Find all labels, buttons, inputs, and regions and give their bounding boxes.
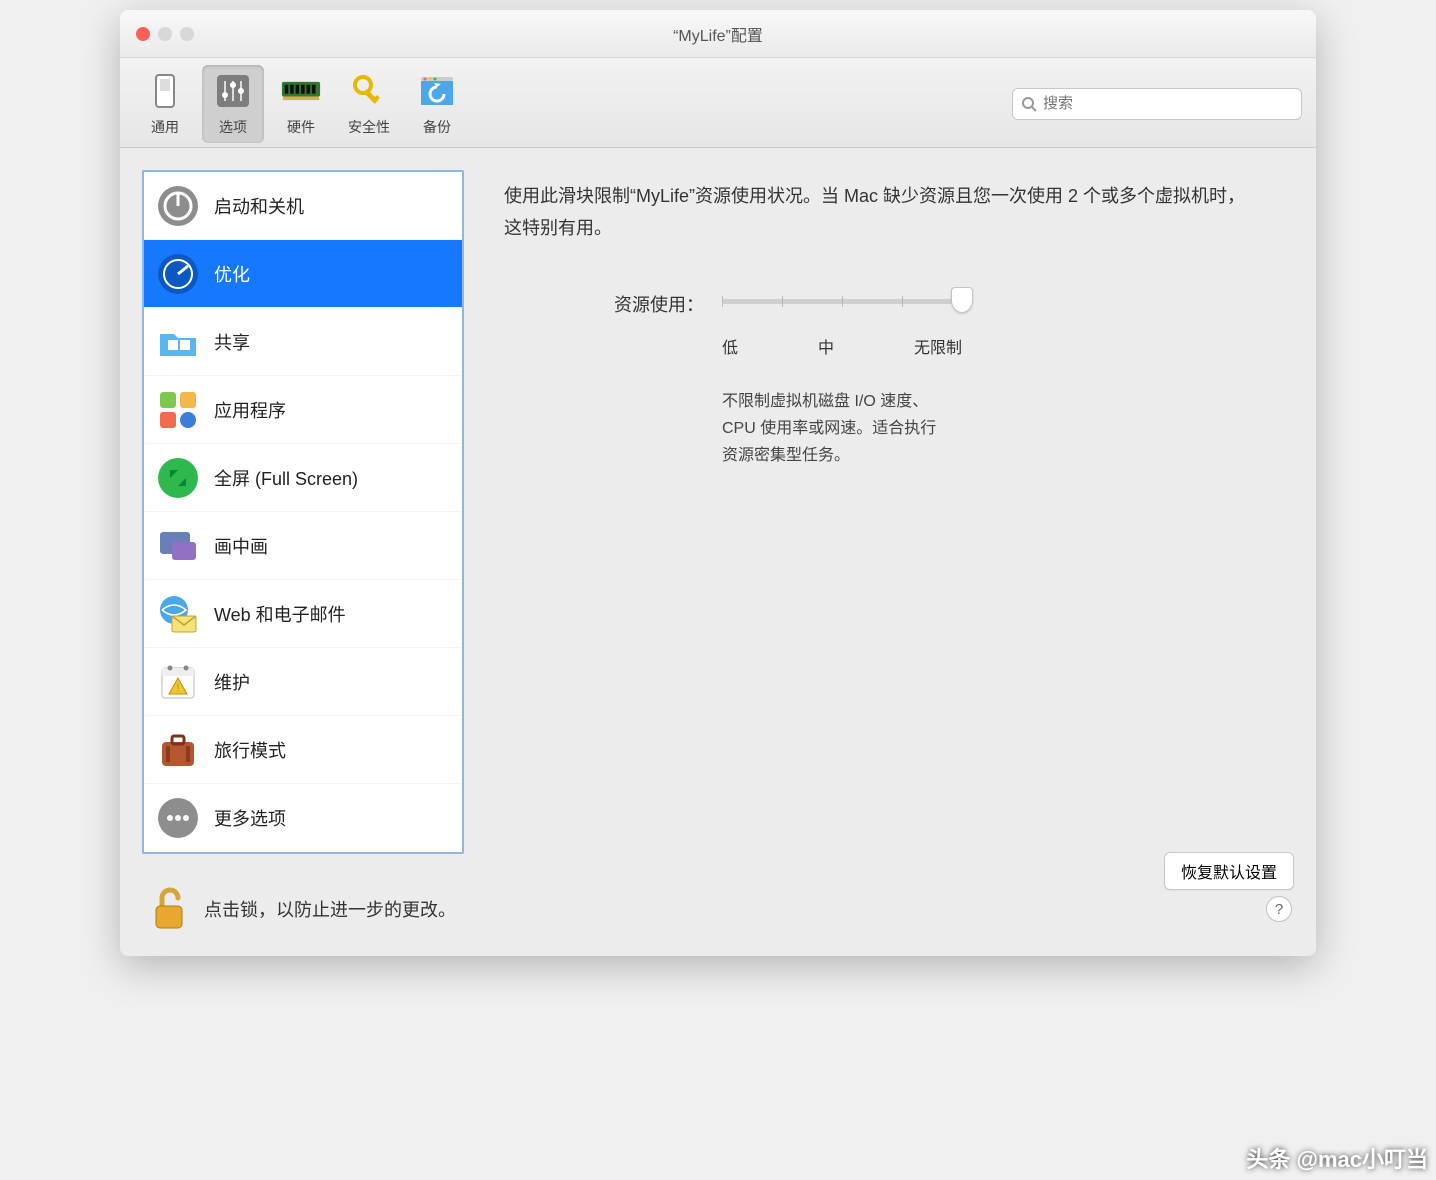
toolbar: 通用 选项 硬件 安全性 [120,58,1316,148]
sidebar-item-label: 启动和关机 [214,193,304,219]
sidebar-item-label: 画中画 [214,533,268,559]
scale-unlimited: 无限制 [914,334,962,358]
sidebar-item-fullscreen[interactable]: 全屏 (Full Screen) [144,444,462,512]
sidebar-item-sharing[interactable]: 共享 [144,308,462,376]
sidebar-item-label: 旅行模式 [214,737,286,763]
search-input[interactable] [1012,88,1302,120]
sidebar-item-label: 共享 [214,329,250,355]
backup-icon [417,71,457,111]
tab-security[interactable]: 安全性 [338,65,400,143]
search-icon [1021,96,1037,112]
lock-text: 点击锁，以防止进一步的更改。 [204,896,456,922]
warning-calendar-icon: ! [156,660,200,704]
sidebar-item-optimization[interactable]: 优化 [144,240,462,308]
tab-options[interactable]: 选项 [202,65,264,143]
tab-general[interactable]: 通用 [134,65,196,143]
sidebar: 启动和关机 优化 共享 应用程序 [142,170,464,854]
switch-icon [145,71,185,111]
scale-mid: 中 [818,334,834,358]
sidebar-item-label: Web 和电子邮件 [214,601,346,627]
main-panel: 使用此滑块限制“MyLife”资源使用状况。当 Mac 缺少资源且您一次使用 2… [484,170,1294,854]
sidebar-item-web-email[interactable]: Web 和电子邮件 [144,580,462,648]
tab-label: 安全性 [348,117,390,137]
preferences-window: “MyLife”配置 通用 选项 硬件 [120,10,1316,956]
resource-slider-row: 资源使用： 低 中 无限制 [504,291,1254,358]
help-button[interactable]: ? [1266,896,1292,922]
apps-icon [156,388,200,432]
toolbar-tabs: 通用 选项 硬件 安全性 [134,65,468,143]
gauge-icon [156,252,200,296]
search-field[interactable] [1043,95,1293,112]
pip-icon [156,524,200,568]
scale-low: 低 [722,334,738,358]
slider-scale: 低 中 无限制 [722,334,962,358]
tab-label: 硬件 [287,117,315,137]
restore-defaults-button[interactable]: 恢复默认设置 [1164,852,1294,890]
svg-text:!: ! [176,682,179,694]
sidebar-item-label: 优化 [214,261,250,287]
tab-label: 通用 [151,117,179,137]
key-icon [349,71,389,111]
slider-help-text: 不限制虚拟机磁盘 I/O 速度、CPU 使用率或网速。适合执行资源密集型任务。 [722,388,952,470]
sliders-icon [213,71,253,111]
folder-icon [156,320,200,364]
panel-description: 使用此滑块限制“MyLife”资源使用状况。当 Mac 缺少资源且您一次使用 2… [504,180,1254,245]
footer: 点击锁，以防止进一步的更改。 ? [120,866,1316,956]
sidebar-item-maintenance[interactable]: ! 维护 [144,648,462,716]
sidebar-item-more[interactable]: 更多选项 [144,784,462,852]
titlebar: “MyLife”配置 [120,10,1316,58]
ellipsis-icon [156,796,200,840]
sidebar-item-label: 更多选项 [214,805,286,831]
tab-label: 备份 [423,117,451,137]
lock-row[interactable]: 点击锁，以防止进一步的更改。 [150,886,456,932]
window-title: “MyLife”配置 [120,22,1316,46]
sidebar-item-label: 维护 [214,669,250,695]
fullscreen-icon [156,456,200,500]
sidebar-item-startup[interactable]: 启动和关机 [144,172,462,240]
tab-label: 选项 [219,117,247,137]
ram-icon [281,71,321,111]
tab-backup[interactable]: 备份 [406,65,468,143]
slider-track [722,299,962,304]
slider-thumb[interactable] [951,287,973,313]
tab-hardware[interactable]: 硬件 [270,65,332,143]
sidebar-item-pip[interactable]: 画中画 [144,512,462,580]
unlock-icon [150,886,188,932]
sidebar-item-applications[interactable]: 应用程序 [144,376,462,444]
sidebar-item-label: 全屏 (Full Screen) [214,465,358,491]
power-icon [156,184,200,228]
sidebar-item-label: 应用程序 [214,397,286,423]
slider-label: 资源使用： [504,291,704,317]
globe-mail-icon [156,592,200,636]
suitcase-icon [156,728,200,772]
resource-slider[interactable]: 低 中 无限制 [722,291,962,358]
content-area: 启动和关机 优化 共享 应用程序 [120,148,1316,866]
sidebar-item-travel[interactable]: 旅行模式 [144,716,462,784]
